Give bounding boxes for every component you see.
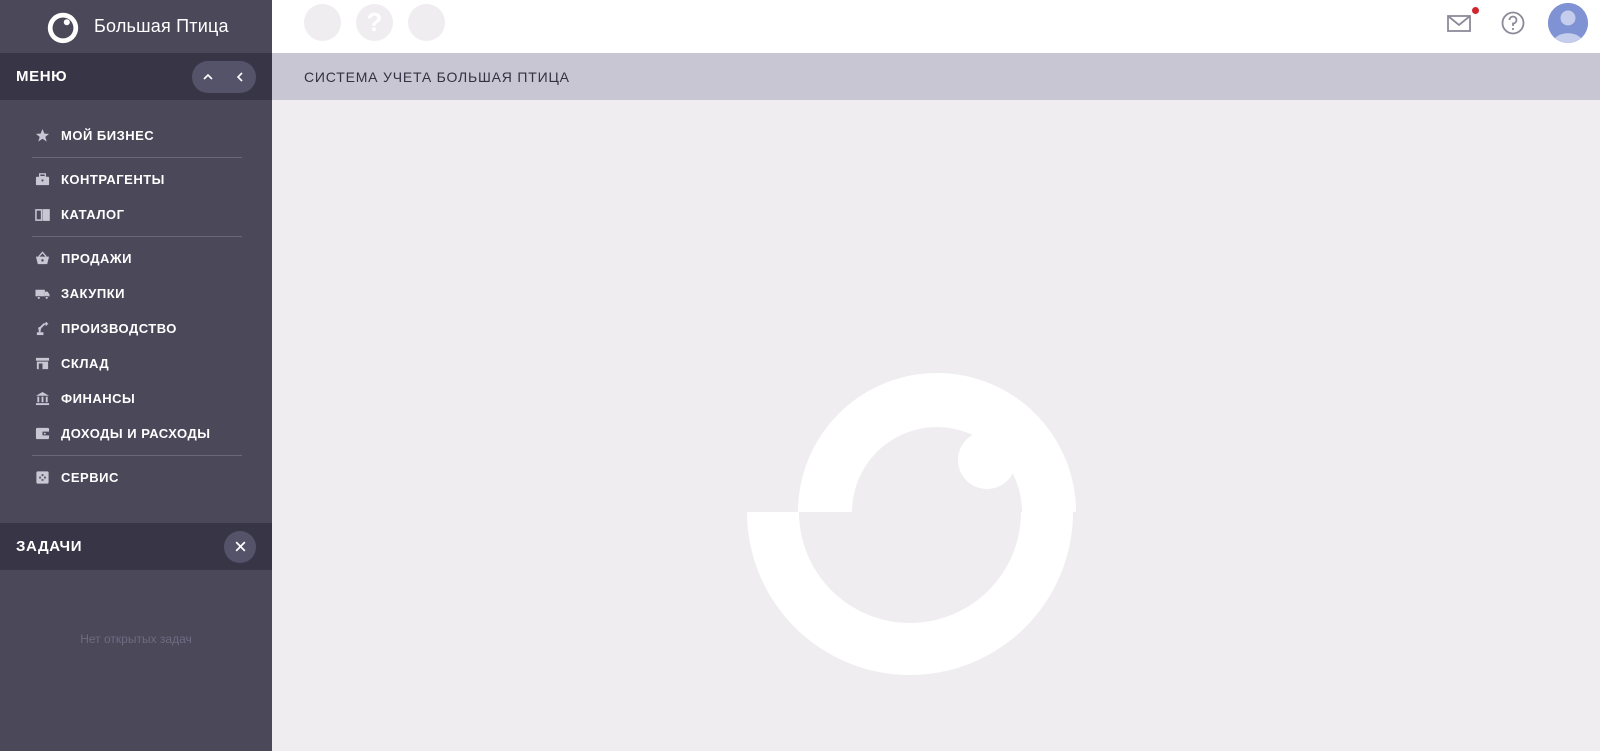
menu-item-sales[interactable]: ПРОДАЖИ bbox=[0, 241, 272, 276]
chevron-left-icon bbox=[236, 71, 243, 82]
toolbar-circle-button[interactable] bbox=[304, 4, 341, 41]
robot-arm-icon bbox=[34, 321, 50, 337]
bank-icon bbox=[34, 391, 50, 407]
menu-item-contractors[interactable]: КОНТРАГЕНТЫ bbox=[0, 162, 272, 197]
close-icon bbox=[235, 541, 245, 552]
menu-controls bbox=[192, 60, 256, 93]
service-icon bbox=[34, 470, 50, 486]
tasks-title: ЗАДАЧИ bbox=[16, 538, 83, 555]
basket-icon bbox=[34, 251, 50, 267]
menu-item-my-business[interactable]: МОЙ БИЗНЕС bbox=[0, 118, 272, 153]
help-circle-button[interactable]: ? bbox=[356, 4, 393, 41]
menu-divider bbox=[32, 455, 242, 456]
main-menu: МОЙ БИЗНЕС КОНТРАГЕНТЫ КАТАЛОГ ПРОДАЖИ З… bbox=[0, 100, 272, 515]
menu-item-income-expenses[interactable]: ДОХОДЫ И РАСХОДЫ bbox=[0, 416, 272, 451]
tasks-panel: ЗАДАЧИ bbox=[0, 523, 272, 570]
tasks-header: ЗАДАЧИ bbox=[0, 523, 272, 570]
store-icon bbox=[34, 356, 50, 372]
user-avatar[interactable] bbox=[1548, 3, 1588, 43]
menu-item-warehouse[interactable]: СКЛАД bbox=[0, 346, 272, 381]
user-silhouette-icon bbox=[1548, 3, 1588, 43]
menu-item-purchases[interactable]: ЗАКУПКИ bbox=[0, 276, 272, 311]
close-tasks-button[interactable] bbox=[224, 530, 256, 563]
chevron-up-icon bbox=[203, 73, 213, 80]
toolbar-circle-button[interactable] bbox=[408, 4, 445, 41]
top-bar: ? bbox=[272, 0, 1600, 53]
help-icon[interactable] bbox=[1500, 10, 1526, 36]
truck-icon bbox=[34, 286, 50, 302]
menu-item-finance[interactable]: ФИНАНСЫ bbox=[0, 381, 272, 416]
sidebar: Большая Птица МЕНЮ МОЙ БИЗНЕС КОНТРАГЕНТ… bbox=[0, 0, 272, 751]
notification-dot bbox=[1472, 7, 1479, 14]
menu-header: МЕНЮ bbox=[0, 53, 272, 100]
menu-title: МЕНЮ bbox=[16, 68, 68, 85]
menu-item-catalog[interactable]: КАТАЛОГ bbox=[0, 197, 272, 232]
book-icon bbox=[34, 207, 50, 223]
briefcase-icon bbox=[34, 172, 50, 188]
menu-divider bbox=[32, 157, 242, 158]
page-title: СИСТЕМА УЧЕТА БОЛЬШАЯ ПТИЦА bbox=[304, 68, 570, 85]
page-header: СИСТЕМА УЧЕТА БОЛЬШАЯ ПТИЦА bbox=[272, 53, 1600, 100]
menu-divider bbox=[32, 236, 242, 237]
collapse-menu-button[interactable] bbox=[192, 61, 224, 93]
hide-sidebar-button[interactable] bbox=[224, 61, 256, 93]
brand-logo[interactable]: Большая Птица bbox=[0, 0, 272, 53]
wallet-icon bbox=[34, 426, 50, 442]
main-content bbox=[272, 100, 1600, 751]
brand-name: Большая Птица bbox=[94, 16, 229, 36]
big-bird-logo-icon bbox=[747, 373, 1076, 675]
empty-tasks-message: Нет открытых задач bbox=[80, 632, 192, 646]
bird-logo-icon bbox=[47, 12, 79, 43]
question-glyph: ? bbox=[366, 7, 383, 37]
star-icon bbox=[34, 128, 50, 144]
menu-item-service[interactable]: СЕРВИС bbox=[0, 460, 272, 495]
menu-item-production[interactable]: ПРОИЗВОДСТВО bbox=[0, 311, 272, 346]
mail-icon[interactable] bbox=[1446, 10, 1472, 36]
